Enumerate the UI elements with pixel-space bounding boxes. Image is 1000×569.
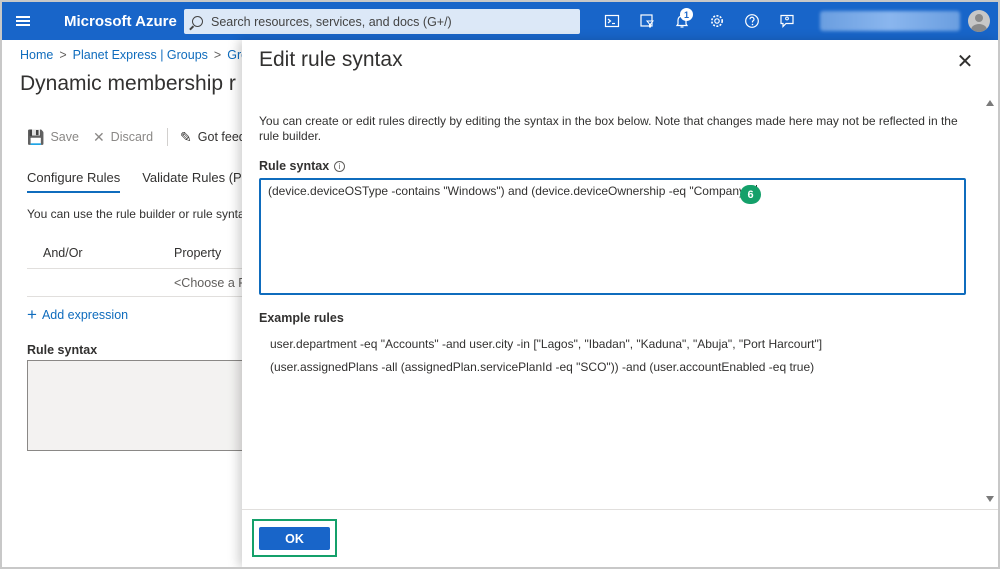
page-title: Dynamic membership r <box>20 72 236 95</box>
add-expression-label: Add expression <box>41 308 129 322</box>
column-and-or: And/Or <box>43 246 83 260</box>
rule-syntax-text: (device.deviceOSType -contains "Windows"… <box>268 184 754 198</box>
chevron-right-icon: > <box>59 48 67 62</box>
search-input[interactable] <box>211 14 571 29</box>
rule-grid-header: And/Or Property <box>27 237 242 269</box>
example-rule: (user.assignedPlans -all (assignedPlan.s… <box>270 360 815 374</box>
help-icon[interactable] <box>734 2 769 40</box>
feedback-label: Got feedb <box>197 130 242 144</box>
search-icon <box>192 16 203 27</box>
breadcrumb-group[interactable]: Grou <box>227 48 242 62</box>
column-property: Property <box>174 246 222 260</box>
notification-count-badge: 1 <box>680 8 693 21</box>
save-icon: 💾 <box>27 128 45 145</box>
step-badge: 6 <box>740 185 761 204</box>
rule-builder-hint: You can use the rule builder or rule syn… <box>27 207 242 221</box>
property-dropdown[interactable]: <Choose a Pr <box>174 276 242 290</box>
feedback-button[interactable]: ✎ Got feedb <box>180 129 242 146</box>
top-bar: Microsoft Azure 1 <box>2 2 998 40</box>
chevron-right-icon: > <box>213 48 222 62</box>
add-expression-button[interactable]: + Add expression <box>27 305 128 325</box>
gear-icon[interactable] <box>699 2 734 40</box>
rule-syntax-preview[interactable] <box>27 360 242 451</box>
directory-filter-icon[interactable] <box>629 2 664 40</box>
plus-icon: + <box>27 305 37 324</box>
discard-label: Discard <box>110 130 154 144</box>
example-rules-label: Example rules <box>259 311 344 325</box>
close-icon: ✕ <box>92 128 105 145</box>
table-row: <Choose a Pr <box>27 269 242 297</box>
edit-rule-syntax-panel: Edit rule syntax ✕ You can create or edi… <box>242 40 998 567</box>
breadcrumb: Home > Planet Express | Groups > Grou <box>20 48 242 62</box>
avatar[interactable] <box>968 10 990 32</box>
background-page: Home > Planet Express | Groups > Grou Dynami… <box>2 40 242 567</box>
toolbar-divider <box>167 128 169 146</box>
account-info-blurred[interactable] <box>820 11 960 31</box>
save-button[interactable]: 💾 Save <box>27 129 79 146</box>
feedback-icon[interactable] <box>769 2 804 40</box>
scroll-down-icon[interactable] <box>986 496 994 502</box>
rule-syntax-label: Rule syntax <box>27 343 98 357</box>
info-icon[interactable]: i <box>334 160 346 172</box>
page-toolbar: 💾 Save ✕ Discard ✎ Got feedb <box>27 128 242 146</box>
cloud-shell-icon[interactable] <box>594 2 629 40</box>
topbar-icons: 1 <box>594 2 804 40</box>
menu-icon[interactable] <box>2 2 44 40</box>
feedback-icon: ✎ <box>180 128 192 145</box>
global-search[interactable] <box>184 9 580 34</box>
tab-configure-rules[interactable]: Configure Rules <box>27 170 121 193</box>
scroll-up-icon[interactable] <box>986 100 994 106</box>
panel-footer: OK <box>242 509 998 567</box>
panel-description: You can create or edit rules directly by… <box>259 114 958 143</box>
ok-button[interactable]: OK <box>259 527 330 550</box>
example-rule: user.department -eq "Accounts" -and user… <box>270 337 823 351</box>
discard-button[interactable]: ✕ Discard <box>93 129 153 146</box>
bell-icon[interactable]: 1 <box>664 2 699 40</box>
panel-title: Edit rule syntax <box>259 48 403 71</box>
rule-tabs: Configure Rules Validate Rules (Prev <box>27 170 242 193</box>
save-label: Save <box>50 130 79 144</box>
rule-syntax-editor[interactable]: (device.deviceOSType -contains "Windows"… <box>259 178 966 295</box>
brand-title[interactable]: Microsoft Azure <box>64 13 202 30</box>
tab-validate-rules[interactable]: Validate Rules (Prev <box>142 170 242 193</box>
close-icon[interactable]: ✕ <box>954 50 976 73</box>
rule-syntax-label: Rule syntax i <box>259 159 346 173</box>
breadcrumb-groups[interactable]: Planet Express | Groups <box>73 48 208 62</box>
rule-syntax-label-text: Rule syntax <box>259 159 330 173</box>
breadcrumb-home[interactable]: Home <box>20 48 53 62</box>
